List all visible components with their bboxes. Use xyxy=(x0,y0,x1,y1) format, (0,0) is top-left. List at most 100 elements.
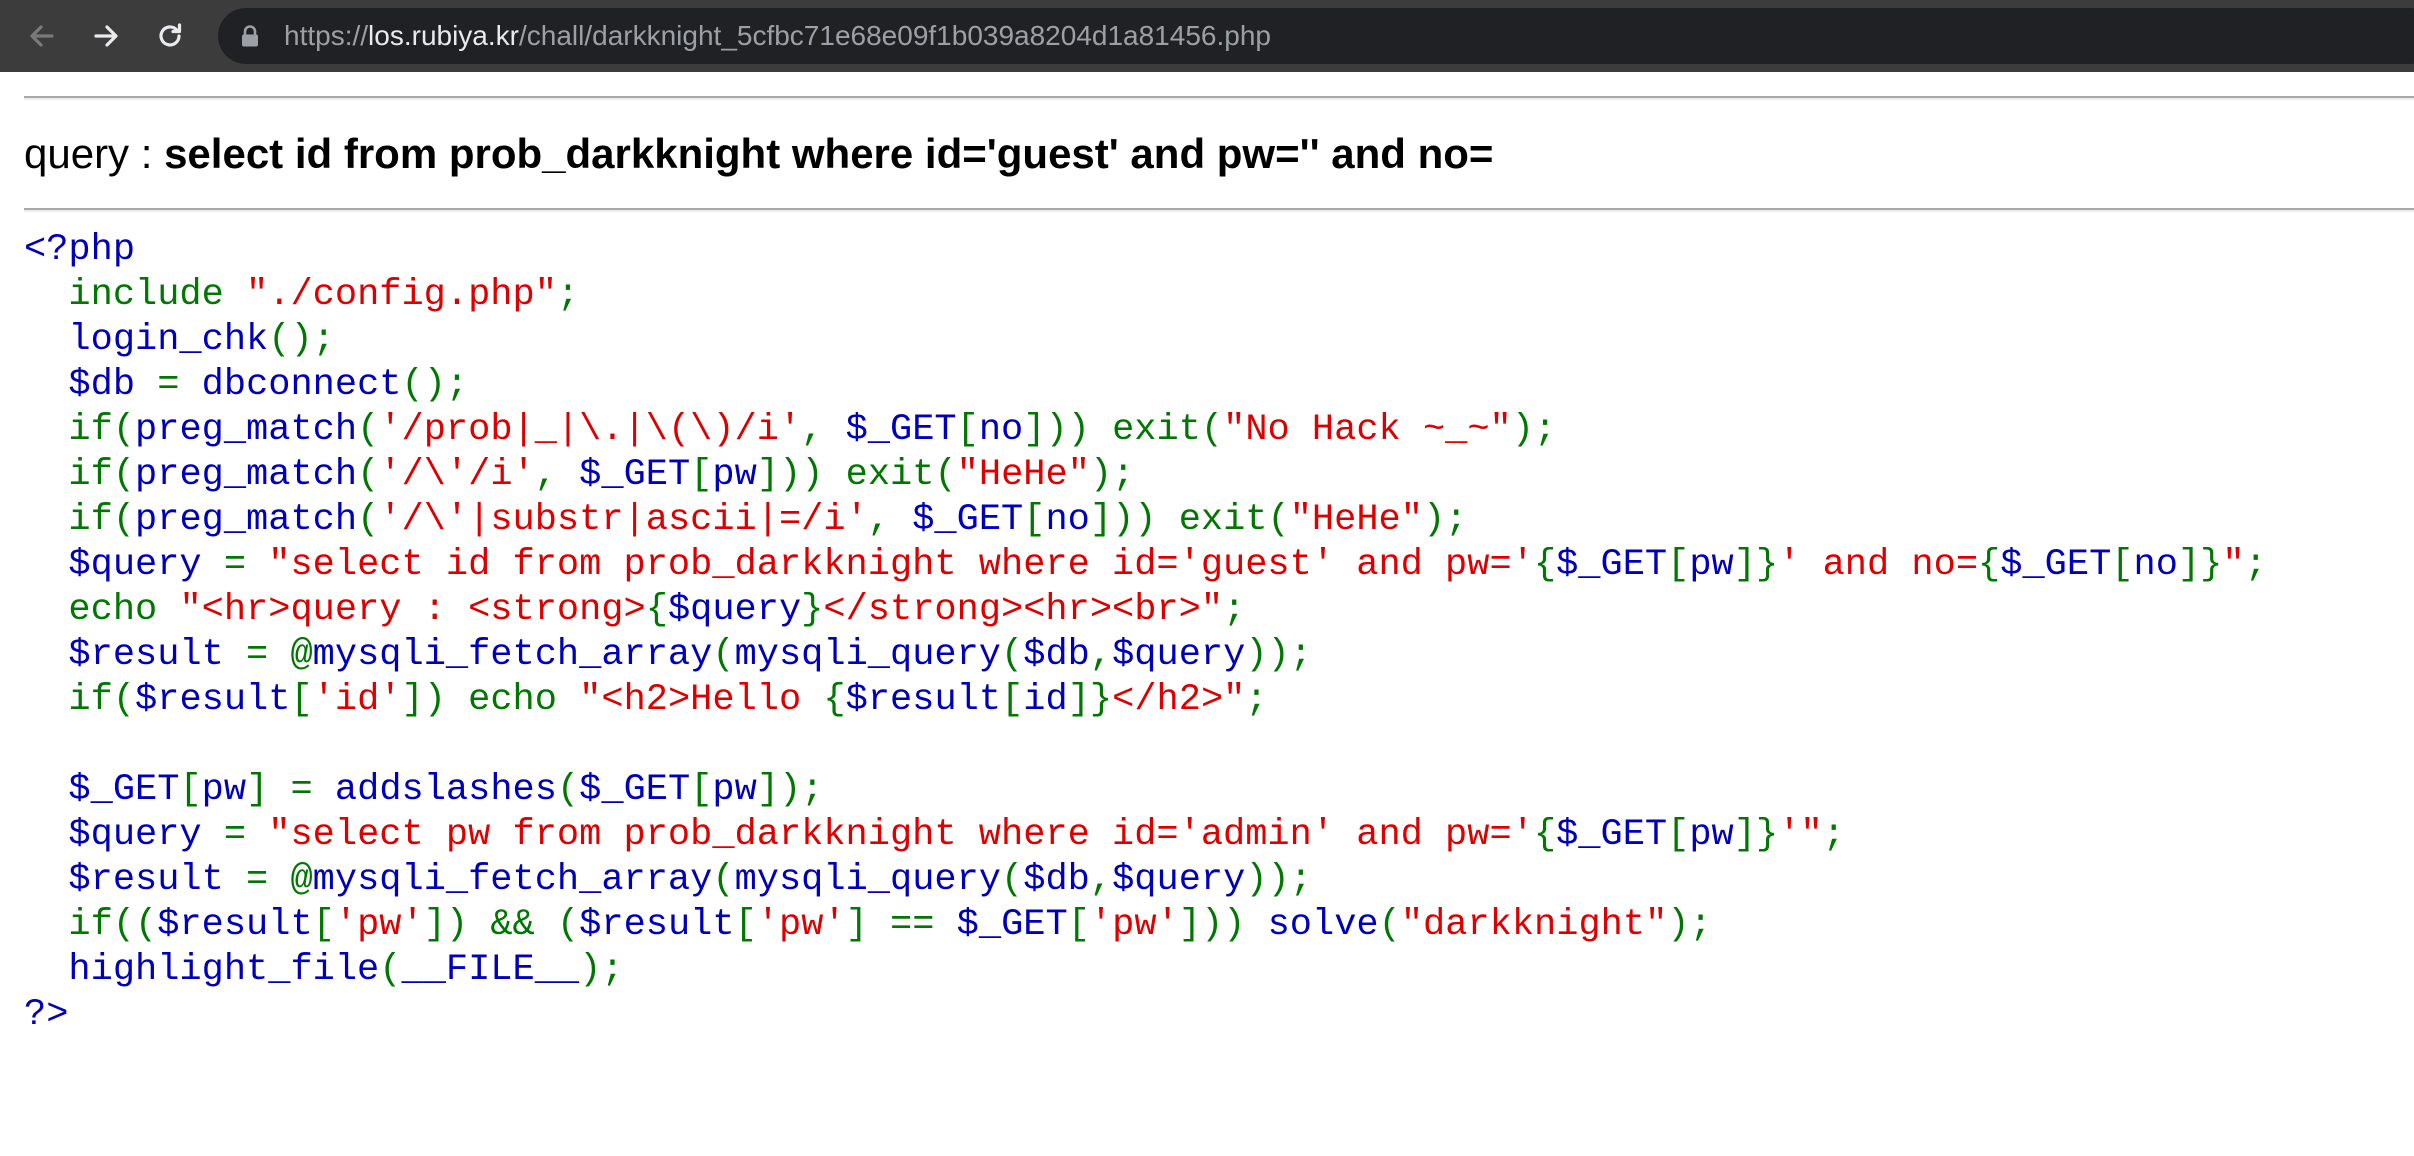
code-token-default: solve xyxy=(1267,904,1379,946)
code-token-default: $_GET xyxy=(912,499,1024,541)
code-line: echo "<hr>query : <strong>{$query}</stro… xyxy=(24,588,2267,633)
code-token-keyword: ; xyxy=(556,274,580,316)
code-line: if(($result['pw']) && ($result['pw'] == … xyxy=(24,903,2267,948)
code-token-keyword: } xyxy=(801,589,824,631)
code-token-default: <?php xyxy=(24,229,136,271)
code-line: $result = @mysqli_fetch_array(mysqli_que… xyxy=(24,858,2267,903)
code-token-keyword: = xyxy=(157,364,202,406)
code-token-keyword: [ xyxy=(1023,499,1046,541)
address-bar[interactable]: https://los.rubiya.kr/chall/darkknight_5… xyxy=(218,8,2414,64)
code-token-string: "<h2>Hello xyxy=(579,679,824,721)
code-token-keyword: ])) xyxy=(1178,904,1268,946)
code-token-keyword: ]} xyxy=(1733,814,1779,856)
code-token-keyword: ]} xyxy=(1067,679,1113,721)
code-token-default: $result xyxy=(135,679,291,721)
code-token-keyword: if(( xyxy=(24,904,158,946)
arrow-right-icon xyxy=(91,21,121,51)
code-line: $db = dbconnect(); xyxy=(24,363,2267,408)
code-token-string: </strong><hr><br>" xyxy=(823,589,1224,631)
code-token-default: addslashes xyxy=(334,769,557,811)
code-token-string: "No Hack ~_~" xyxy=(1223,409,1512,451)
code-token-default: $_GET xyxy=(956,904,1068,946)
code-token-default: ?> xyxy=(24,994,69,1036)
code-line: <?php xyxy=(24,228,2267,273)
url-text[interactable]: https://los.rubiya.kr/chall/darkknight_5… xyxy=(284,8,1271,64)
code-token-keyword: ]) echo xyxy=(401,679,580,721)
code-token-keyword: [ xyxy=(290,679,313,721)
code-token-keyword: ( xyxy=(379,949,402,991)
code-token-keyword: { xyxy=(1533,814,1557,856)
code-line: if(preg_match('/\'/i', $_GET[pw])) exit(… xyxy=(24,453,2267,498)
code-token-keyword: = @ xyxy=(246,859,313,901)
code-line: $query = "select id from prob_darkknight… xyxy=(24,543,2266,588)
code-token-string: ' and no= xyxy=(1778,544,1979,586)
code-token-keyword: ( xyxy=(556,769,580,811)
code-token-keyword: )); xyxy=(1245,859,1312,901)
code-token-keyword: if( xyxy=(24,499,136,541)
horizontal-rule xyxy=(24,96,2414,100)
code-token-string: 'id' xyxy=(312,679,402,721)
code-token-keyword: ( xyxy=(357,409,380,451)
code-token-default: $query xyxy=(24,544,224,586)
code-token-default: pw xyxy=(712,769,757,811)
code-token-keyword: ); xyxy=(1089,454,1135,496)
code-token-string: </h2>" xyxy=(1112,679,1246,721)
code-token-keyword: [ xyxy=(179,769,202,811)
code-token-keyword: [ xyxy=(1067,904,1090,946)
code-token-keyword: [ xyxy=(1667,814,1690,856)
code-token-default: $result xyxy=(845,679,1002,721)
code-token-default: highlight_file xyxy=(24,949,380,991)
code-token-keyword: ]} xyxy=(2177,544,2223,586)
code-token-default: pw xyxy=(1689,544,1734,586)
code-token-keyword: [ xyxy=(734,904,757,946)
code-token-keyword: ; xyxy=(1245,679,1268,721)
code-line: if(preg_match('/\'|substr|ascii|=/i', $_… xyxy=(24,498,2267,543)
lock-icon[interactable] xyxy=(240,25,260,47)
code-token-keyword: , xyxy=(1089,634,1113,676)
url-scheme: https:// xyxy=(284,20,369,51)
code-token-string: "<hr>query : <strong> xyxy=(179,589,646,631)
code-token-default: dbconnect xyxy=(201,364,402,406)
code-token-string: "darkknight" xyxy=(1400,904,1668,946)
code-token-keyword: , xyxy=(1089,859,1113,901)
code-token-default: mysqli_fetch_array xyxy=(312,859,713,901)
arrow-left-icon xyxy=(27,21,57,51)
code-token-string: "select pw from prob_darkknight where id… xyxy=(268,814,1534,856)
code-token-default: no xyxy=(2133,544,2178,586)
code-token-keyword: , xyxy=(867,499,913,541)
php-source-code: <?php include "./config.php"; login_chk(… xyxy=(24,228,2267,1038)
code-token-string: "HeHe" xyxy=(956,454,1090,496)
reload-button[interactable] xyxy=(148,14,192,58)
code-token-keyword: (); xyxy=(268,319,335,361)
code-token-keyword: [ xyxy=(690,454,713,496)
code-line: $query = "select pw from prob_darkknight… xyxy=(24,813,2267,858)
code-line: include "./config.php"; xyxy=(24,273,2267,318)
code-token-default: $db xyxy=(24,364,158,406)
code-token-default: mysqli_fetch_array xyxy=(312,634,713,676)
forward-button[interactable] xyxy=(84,14,128,58)
code-token-keyword: ); xyxy=(1667,904,1712,946)
code-token-keyword: [ xyxy=(312,904,335,946)
code-token-keyword: ( xyxy=(1378,904,1401,946)
code-token-default: no xyxy=(1045,499,1090,541)
code-line: login_chk(); xyxy=(24,318,2267,363)
code-token-keyword: )); xyxy=(1245,634,1312,676)
code-token-default: $_GET xyxy=(1556,814,1668,856)
url-host: los.rubiya.kr xyxy=(368,20,519,51)
code-token-default: $_GET xyxy=(845,409,957,451)
code-token-string: '" xyxy=(1778,814,1823,856)
code-token-keyword: ); xyxy=(1511,409,1557,451)
code-token-default: $_GET xyxy=(1556,544,1668,586)
horizontal-rule xyxy=(24,208,2414,212)
code-token-default: preg_match xyxy=(135,409,358,451)
browser-toolbar: https://los.rubiya.kr/chall/darkknight_5… xyxy=(0,0,2414,72)
code-token-keyword: (); xyxy=(401,364,469,406)
code-token-default: preg_match xyxy=(135,454,358,496)
code-line: if($result['id']) echo "<h2>Hello {$resu… xyxy=(24,678,2267,723)
code-token-keyword: ( xyxy=(712,859,735,901)
code-token-default: $result xyxy=(157,904,313,946)
code-token-default: mysqli_query xyxy=(734,634,1002,676)
code-token-default: $query xyxy=(1112,859,1246,901)
back-button[interactable] xyxy=(20,14,64,58)
code-token-keyword: ] == xyxy=(845,904,957,946)
